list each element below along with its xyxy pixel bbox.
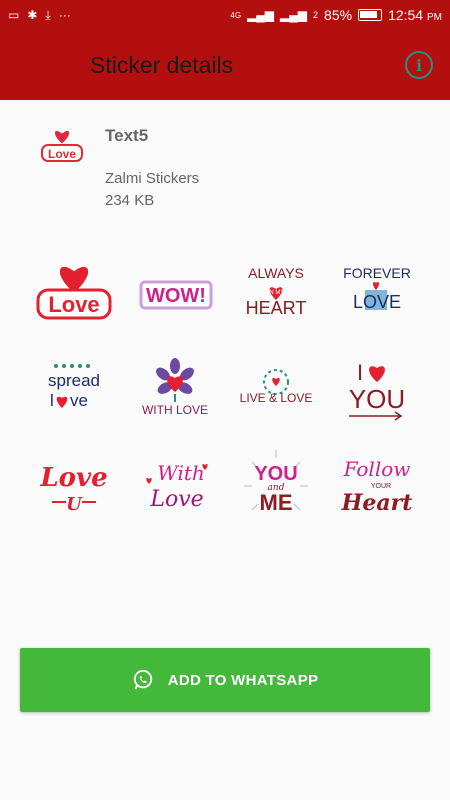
sticker-heart-love[interactable]: Love (23, 250, 124, 338)
svg-text:YOUR: YOUR (370, 483, 390, 490)
svg-text:l: l (50, 391, 54, 410)
svg-text:Love: Love (48, 292, 99, 317)
svg-text:IN MY: IN MY (267, 290, 284, 296)
svg-text:YOU: YOU (254, 463, 297, 485)
sticker-live-love[interactable]: LIVE & LOVE (225, 346, 326, 434)
svg-text:U: U (66, 494, 83, 515)
sticker-spread-love[interactable]: spread l ve (23, 346, 124, 434)
svg-text:I: I (357, 360, 363, 385)
svg-text:WITH LOVE: WITH LOVE (141, 403, 207, 417)
clock: 12:54 PM (388, 7, 442, 23)
sticker-i-love-you[interactable]: I YOU (326, 346, 427, 434)
svg-text:WOW!: WOW! (146, 285, 206, 307)
add-to-whatsapp-button[interactable]: ADD TO WHATSAPP (20, 648, 430, 712)
sticker-love-u[interactable]: Love U (23, 442, 124, 530)
add-button-label: ADD TO WHATSAPP (167, 671, 319, 689)
info-icon[interactable]: i (405, 51, 433, 79)
signal-icon: ▂▄▆ (247, 8, 275, 22)
bluetooth-icon: ✱ (27, 8, 38, 22)
signal-icon-sim2: ▂▄▆ (280, 8, 308, 22)
svg-text:Heart: Heart (340, 490, 412, 516)
svg-text:With: With (157, 461, 205, 485)
sticker-follow-heart[interactable]: Follow YOUR Heart (326, 442, 427, 530)
svg-text:YOU: YOU (348, 384, 404, 414)
svg-text:HEART: HEART (245, 298, 306, 318)
app-bar: Sticker details i (0, 30, 450, 100)
svg-text:Love: Love (149, 487, 203, 512)
svg-text:ME: ME (259, 490, 292, 515)
sticker-grid: Love WOW! ALWAYS IN MY HEART FOREVER LOV… (23, 250, 427, 530)
svg-text:ALWAYS: ALWAYS (248, 265, 304, 281)
sim-number: 2 (313, 10, 319, 20)
svg-text:LOVE: LOVE (352, 292, 400, 312)
sticker-always-heart[interactable]: ALWAYS IN MY HEART (225, 250, 326, 338)
sticker-with-love-script[interactable]: With Love (124, 442, 225, 530)
pack-tray-icon: Love (41, 129, 83, 162)
sticker-wow[interactable]: WOW! (124, 250, 225, 338)
pack-name: Text5 (105, 126, 149, 145)
battery-icon (358, 9, 383, 21)
pack-size: 234 KB (105, 192, 155, 209)
sticker-with-love-flower[interactable]: WITH LOVE (124, 346, 225, 434)
download-icon: ⤓ (45, 7, 51, 22)
sticker-forever-love[interactable]: FOREVER LOVE (326, 250, 427, 338)
pack-publisher: Zalmi Stickers (105, 170, 200, 187)
status-bar: ▭ ✱ ⤓ ··· 4G ▂▄▆ ▂▄▆ 2 85% 12:54 PM (0, 0, 450, 30)
whatsapp-icon (133, 669, 152, 690)
svg-text:LIVE & LOVE: LIVE & LOVE (239, 391, 312, 405)
sticker-you-and-me[interactable]: YOU and ME (225, 442, 326, 530)
more-notifications-icon: ··· (58, 8, 71, 22)
page-title: Sticker details (90, 52, 234, 78)
image-notification-icon: ▭ (8, 8, 20, 22)
network-type: 4G (230, 10, 242, 20)
svg-text:FOREVER: FOREVER (343, 265, 411, 281)
svg-text:Love: Love (48, 147, 76, 161)
svg-text:Love: Love (39, 463, 107, 493)
svg-text:ve: ve (70, 391, 88, 410)
svg-text:spread: spread (48, 371, 100, 390)
svg-text:Follow: Follow (342, 457, 410, 481)
battery-percent: 85% (324, 7, 353, 23)
